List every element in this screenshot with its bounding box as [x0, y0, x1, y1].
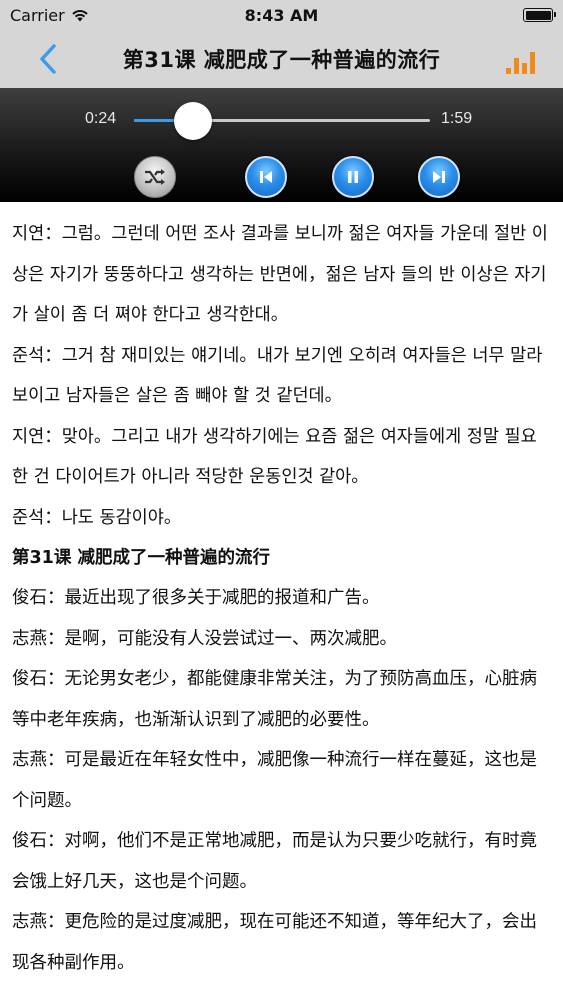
current-time: 0:24: [85, 110, 117, 127]
next-button[interactable]: [418, 156, 460, 198]
skip-next-icon: [433, 171, 445, 183]
chart-button[interactable]: [503, 44, 539, 76]
audio-player: 0:24 1:59: [0, 88, 563, 202]
dialogue-line-ko: 준석：나도 동감이야。: [12, 507, 182, 528]
shuffle-icon: [145, 169, 165, 185]
carrier-label: Carrier: [10, 5, 65, 25]
back-button[interactable]: [32, 40, 64, 78]
bar-chart-icon: [506, 52, 535, 74]
dialogue-line-zh: 志燕：可是最近在年轻女性中，减肥像一种流行一样在蔓延，这也是个问题。: [12, 750, 537, 811]
status-bar: Carrier 8:43 AM: [0, 0, 563, 30]
dialogue-line-zh: 志燕：更危险的是过度减肥，现在可能还不知道，等年纪大了，会出现各种副作用。: [12, 912, 537, 973]
progress-thumb[interactable]: [174, 102, 213, 140]
status-left: Carrier: [10, 6, 89, 25]
dialogue-line-zh: 俊石：对啊，他们不是正常地减肥，而是认为只要少吃就行，有时竟会饿上好几天，这也是…: [12, 831, 537, 892]
progress-slider[interactable]: [134, 102, 430, 140]
lesson-section-title: 第31课 减肥成了一种普遍的流行: [12, 548, 270, 568]
shuffle-button[interactable]: [134, 156, 176, 198]
dialogue-line-ko: 지연：맞아。그리고 내가 생각하기에는 요즘 젊은 여자들에게 정말 필요한 건…: [12, 426, 537, 488]
previous-button[interactable]: [245, 156, 287, 198]
pause-icon: [348, 171, 358, 183]
nav-bar: 第31课 减肥成了一种普遍的流行: [0, 30, 563, 88]
battery-icon: [523, 8, 556, 22]
dialogue-line-zh: 俊石：最近出现了很多关于减肥的报道和广告。: [12, 588, 380, 608]
lesson-text: 지연：그럼。그런데 어떤 조사 결과를 보니까 젊은 여자들 가운데 절반 이상…: [0, 202, 563, 1000]
wifi-icon: [72, 9, 88, 21]
skip-previous-icon: [260, 171, 272, 183]
pause-button[interactable]: [332, 156, 374, 198]
dialogue-line-zh: 俊石：无论男女老少，都能健康非常关注，为了预防高血压，心脏病等中老年疾病，也渐渐…: [12, 669, 537, 730]
total-time: 1:59: [441, 110, 473, 127]
dialogue-line-ko: 지연：그럼。그런데 어떤 조사 결과를 보니까 젊은 여자들 가운데 절반 이상…: [12, 224, 548, 325]
page-title: 第31课 减肥成了一种普遍的流行: [122, 48, 441, 72]
dialogue-line-ko: 준석：그거 참 재미있는 얘기네。내가 보기엔 오히려 여자들은 너무 말라 보…: [12, 345, 543, 407]
dialogue-line-zh: 志燕：是啊，可能没有人没尝试过一、两次减肥。: [12, 628, 397, 649]
chevron-left-icon: [40, 44, 56, 74]
